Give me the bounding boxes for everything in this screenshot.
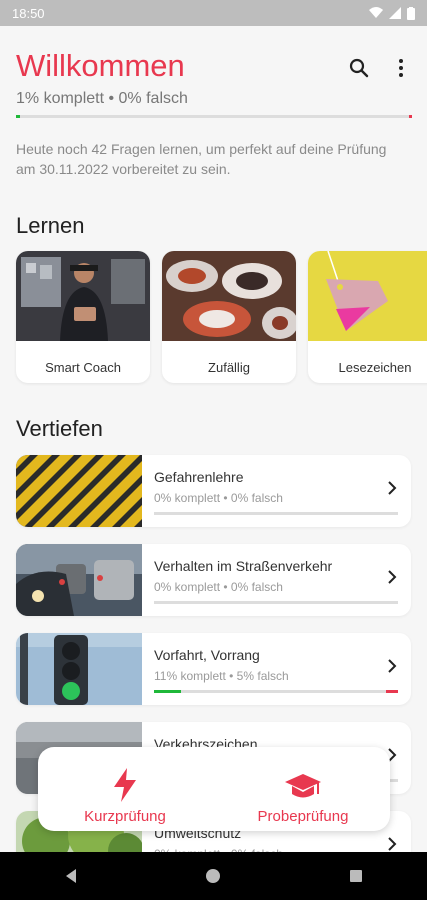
short-test-label: Kurzprüfung [84, 808, 166, 825]
chevron-right-icon [388, 837, 397, 851]
topic-title: Gefahrenlehre [154, 469, 244, 485]
card-random[interactable]: Zufällig [162, 251, 296, 383]
chevron-right-icon [388, 659, 397, 673]
topic-progress-bar [154, 690, 398, 693]
overall-wrong-marker [409, 115, 412, 118]
back-icon[interactable] [63, 868, 79, 884]
signal-icon [389, 7, 401, 19]
home-icon[interactable] [205, 868, 221, 884]
header: Willkommen 1% komplett • 0% falsch [0, 26, 427, 126]
status-time: 18:50 [12, 5, 45, 21]
learn-section-title: Lernen [16, 213, 85, 238]
info-text: Heute noch 42 Fragen lernen, um perfekt … [16, 141, 387, 177]
deepen-section-title: Vertiefen [16, 416, 103, 441]
chevron-right-icon [388, 570, 397, 584]
card-smart-coach[interactable]: Smart Coach [16, 251, 150, 383]
search-icon[interactable] [347, 56, 371, 80]
practice-test-label: Probeprüfung [257, 808, 349, 825]
topic-title: Verhalten im Straßenverkehr [154, 558, 333, 574]
traffic-jam-image [16, 544, 142, 616]
more-options-icon[interactable] [389, 56, 413, 80]
card-label: Smart Coach [45, 359, 121, 375]
overall-stats: 1% komplett • 0% falsch [16, 90, 188, 107]
topic-stats: 0% komplett • 0% falsch [154, 580, 283, 594]
page-title: Willkommen [16, 48, 185, 83]
short-test-button[interactable]: Kurzprüfung [50, 755, 200, 825]
topic-stats: 0% komplett • 0% falsch [154, 491, 283, 505]
topic-progress-bar [154, 601, 398, 604]
topic-stats: 11% komplett • 5% falsch [154, 669, 289, 683]
bookmarks-image [308, 251, 427, 341]
battery-icon [407, 6, 415, 20]
hazard-stripes-image [16, 455, 142, 527]
chevron-right-icon [388, 481, 397, 495]
overall-progress-fill [16, 115, 20, 118]
graduation-cap-icon [285, 774, 321, 798]
status-icons [369, 6, 415, 20]
topic-progress-bar [154, 512, 398, 515]
learn-cards: Smart Coach Zufällig Lesezeichen [16, 251, 427, 383]
wifi-icon [369, 7, 383, 18]
card-label: Lesezeichen [338, 359, 412, 375]
card-bookmarks[interactable]: Lesezeichen [308, 251, 427, 383]
traffic-light-image [16, 633, 142, 705]
topic-right-of-way[interactable]: Vorfahrt, Vorrang 11% komplett • 5% fals… [16, 633, 411, 705]
exam-actions-card: Kurzprüfung Probeprüfung [38, 747, 390, 831]
lightning-icon [114, 768, 136, 802]
smart-coach-image [16, 251, 150, 341]
card-label: Zufällig [208, 359, 250, 375]
practice-test-button[interactable]: Probeprüfung [228, 755, 378, 825]
overall-progress-bar [16, 115, 412, 118]
system-navigation-bar [0, 852, 427, 900]
topic-hazard[interactable]: Gefahrenlehre 0% komplett • 0% falsch [16, 455, 411, 527]
topic-traffic-behavior[interactable]: Verhalten im Straßenverkehr 0% komplett … [16, 544, 411, 616]
recents-icon[interactable] [348, 868, 364, 884]
topic-progress-fill [154, 690, 181, 693]
topic-wrong-fill [385, 690, 398, 693]
random-image [162, 251, 296, 341]
topic-title: Vorfahrt, Vorrang [154, 647, 260, 663]
status-bar: 18:50 [0, 0, 427, 26]
